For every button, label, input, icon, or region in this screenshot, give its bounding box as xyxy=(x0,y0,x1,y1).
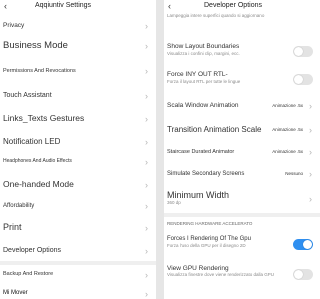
chevron-right-icon: › xyxy=(145,288,148,299)
item-sublabel: Visualizza i confini clip, margini, ecc. xyxy=(167,51,240,56)
item-value: Animazione .5x xyxy=(272,103,303,108)
item-sublabel: 360 dp xyxy=(167,200,181,205)
item-label: Mi Mover xyxy=(3,290,28,297)
title-bar: ‹ Aqqiuntiv Settings xyxy=(0,0,156,12)
list-item-permissions[interactable]: Permissions And Revocations › xyxy=(0,64,156,78)
chevron-right-icon: › xyxy=(145,91,148,101)
item-value: Nessuno xyxy=(285,171,303,176)
setting-animator-duration[interactable]: Staircase Durated Animator Animazione .5… xyxy=(164,146,320,158)
page-title: Developer Options xyxy=(204,2,262,9)
list-item-mi-mover[interactable]: Mi Mover › xyxy=(0,288,156,299)
setting-window-animation[interactable]: Scala Window Animation Animazione .5x › xyxy=(164,100,320,112)
list-item-notification-led[interactable]: Notification LED › xyxy=(0,135,156,149)
item-label: Simulate Secondary Screens xyxy=(167,170,245,177)
item-label: Forces I Rendering Of The Gpu xyxy=(167,236,251,242)
setting-view-gpu-rendering[interactable]: View GPU Rendering Visualizza finestre d… xyxy=(164,265,320,289)
chevron-right-icon: › xyxy=(145,66,148,76)
chevron-right-icon: › xyxy=(145,223,148,233)
section-divider xyxy=(0,261,156,265)
setting-force-rtl[interactable]: Force INY OUT RTL- Forza il layout RTL p… xyxy=(164,71,320,89)
item-label: Links_Texts Gestures xyxy=(3,113,85,124)
toggle-switch[interactable] xyxy=(293,74,313,85)
list-item-headphones[interactable]: Headphones And Audio Effects › xyxy=(0,156,156,168)
setting-minimum-width[interactable]: Minimum Width 360 dp › xyxy=(164,190,320,209)
item-label: Print xyxy=(3,222,22,233)
item-label: Headphones And Audio Effects xyxy=(3,158,72,165)
list-item-one-handed[interactable]: One-handed Mode › xyxy=(0,178,156,192)
settings-panel: ‹ Aqqiuntiv Settings Privacy › Business … xyxy=(0,0,156,299)
title-bar: ‹ Developer Options xyxy=(164,0,320,12)
chevron-right-icon: › xyxy=(309,194,312,204)
item-label: Permissions And Revocations xyxy=(3,67,76,74)
chevron-right-icon: › xyxy=(145,269,148,280)
item-sublabel: Forza il layout RTL per tutte le lingue xyxy=(167,79,241,84)
item-label: Privacy xyxy=(3,22,25,30)
chevron-right-icon: › xyxy=(309,125,312,135)
panel-gap xyxy=(156,0,164,299)
back-arrow-icon[interactable]: ‹ xyxy=(168,1,171,11)
item-label: Developer Options xyxy=(3,246,61,254)
setting-transition-animation[interactable]: Transition Animation Scale Animazione .5… xyxy=(164,123,320,137)
item-sublabel: Lampeggia intere superfici quando si agg… xyxy=(167,13,265,18)
item-label: Transition Animation Scale xyxy=(167,124,262,134)
toggle-knob xyxy=(294,270,303,279)
item-label: Staircase Durated Animator xyxy=(167,148,235,155)
toggle-knob xyxy=(303,240,312,249)
item-label: Touch Assistant xyxy=(3,92,52,100)
chevron-right-icon: › xyxy=(145,137,148,147)
list-item-touch-assistant[interactable]: Touch Assistant › xyxy=(0,89,156,103)
toggle-knob xyxy=(294,75,303,84)
item-label: Business Mode xyxy=(3,39,68,51)
section-divider xyxy=(164,213,320,217)
setting-force-gpu-rendering[interactable]: Forces I Rendering Of The Gpu Forza l'us… xyxy=(164,236,320,254)
developer-options-panel: ‹ Developer Options Lampeggia intere sup… xyxy=(164,0,320,299)
chevron-right-icon: › xyxy=(309,169,312,179)
item-label: One-handed Mode xyxy=(3,179,74,190)
item-value: Animazione .5x xyxy=(272,149,303,154)
section-header: RENDERING HARDWARE ACCELERATO xyxy=(167,221,253,226)
list-item-privacy[interactable]: Privacy › xyxy=(0,20,156,32)
list-item-developer-options[interactable]: Developer Options › xyxy=(0,244,156,257)
chevron-right-icon: › xyxy=(309,101,312,111)
item-label: Affordability xyxy=(3,202,35,209)
toggle-switch[interactable] xyxy=(293,239,313,250)
item-value: Animazione .5x xyxy=(272,127,303,132)
item-label: Backup And Restore xyxy=(3,271,54,278)
chevron-right-icon: › xyxy=(309,147,312,157)
toggle-knob xyxy=(294,47,303,56)
list-item-links-gestures[interactable]: Links_Texts Gestures › xyxy=(0,112,156,126)
list-item-business-mode[interactable]: Business Mode › xyxy=(0,38,156,54)
chevron-right-icon: › xyxy=(145,21,148,31)
item-sublabel: Visualizza finestre dove viene renderizz… xyxy=(167,272,274,277)
item-label: Force INY OUT RTL- xyxy=(167,71,228,78)
chevron-right-icon: › xyxy=(145,245,148,256)
back-arrow-icon[interactable]: ‹ xyxy=(4,1,7,11)
chevron-right-icon: › xyxy=(145,41,148,51)
chevron-right-icon: › xyxy=(145,114,148,124)
chevron-right-icon: › xyxy=(145,201,148,211)
list-item-backup-restore[interactable]: Backup And Restore › xyxy=(0,269,156,280)
item-label: Notification LED xyxy=(3,136,61,146)
item-sublabel: Forza l'uso della GPU per il disegno 2D xyxy=(167,243,246,248)
item-label: Scala Window Animation xyxy=(167,102,239,110)
chevron-right-icon: › xyxy=(145,180,148,190)
item-label: Show Layout Boundaries xyxy=(167,43,240,50)
page-title: Aqqiuntiv Settings xyxy=(35,2,92,9)
chevron-right-icon: › xyxy=(145,157,148,167)
setting-secondary-screens[interactable]: Simulate Secondary Screens Nessuno › xyxy=(164,168,320,180)
toggle-switch[interactable] xyxy=(293,269,313,280)
list-item-affordability[interactable]: Affordability › xyxy=(0,200,156,212)
toggle-switch[interactable] xyxy=(293,46,313,57)
list-item-print[interactable]: Print › xyxy=(0,221,156,235)
flash-surfaces-description: Lampeggia intere superfici quando si agg… xyxy=(164,13,320,26)
setting-show-layout-boundaries[interactable]: Show Layout Boundaries Visualizza i conf… xyxy=(164,43,320,61)
